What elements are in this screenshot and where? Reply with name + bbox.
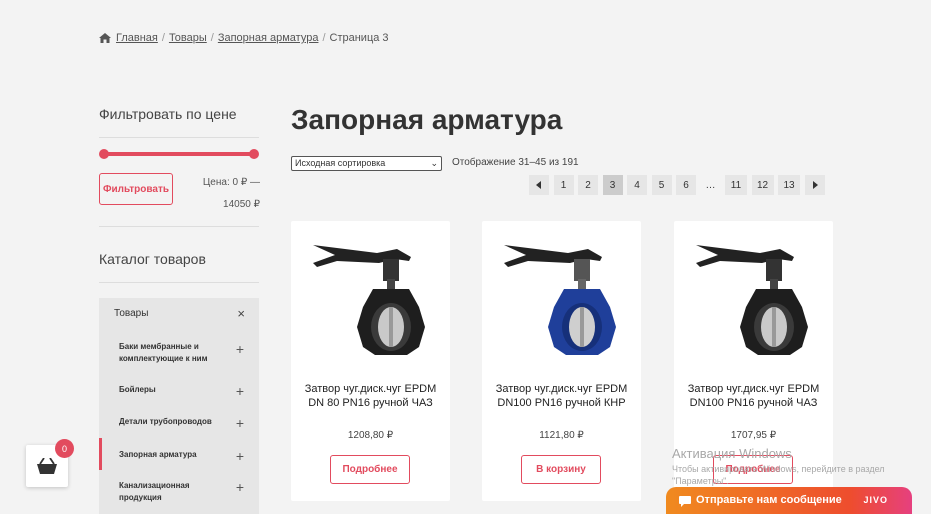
- page-scrollbar[interactable]: [931, 0, 935, 514]
- watermark-title: Активация Windows: [672, 446, 792, 461]
- pagination-page[interactable]: 6: [676, 175, 696, 195]
- pagination-ellipsis: …: [705, 179, 716, 191]
- watermark-text: Чтобы активировать Windows, перейдите в …: [672, 464, 885, 486]
- catalog-item-label: Канализационная продукция: [119, 481, 190, 502]
- catalog-item-shutoff-valves[interactable]: Запорная арматура +: [99, 438, 259, 470]
- catalog-item-label: Бойлеры: [119, 385, 156, 394]
- pagination-page[interactable]: 12: [751, 175, 774, 195]
- breadcrumb-current: Страница 3: [329, 32, 389, 44]
- sort-select[interactable]: Исходная сортировка ⌄: [291, 156, 442, 171]
- chevron-down-icon: ⌄: [430, 158, 438, 168]
- catalog-menu: Товары × Баки мембранные и комплектующие…: [99, 298, 259, 514]
- price-slider-max-handle[interactable]: [249, 149, 259, 159]
- pagination: 1 2 3 4 5 6 … 11 12 13: [529, 175, 829, 195]
- breadcrumb-home[interactable]: Главная: [116, 32, 158, 44]
- butterfly-valve-image[interactable]: [690, 235, 816, 365]
- plus-icon[interactable]: +: [236, 448, 244, 464]
- price-slider-track: [103, 152, 255, 156]
- sort-select-value: Исходная сортировка: [295, 158, 386, 168]
- pagination-prev-icon[interactable]: [529, 175, 549, 195]
- details-button[interactable]: Подробнее: [330, 455, 410, 484]
- pagination-page[interactable]: 1: [553, 175, 574, 195]
- catalog-title: Каталог товаров: [99, 251, 206, 267]
- cart-count-badge: 0: [55, 439, 74, 458]
- catalog-item-tanks[interactable]: Баки мембранные и комплектующие к ним +: [99, 336, 259, 368]
- pagination-page[interactable]: 5: [651, 175, 672, 195]
- plus-icon[interactable]: +: [236, 383, 244, 399]
- catalog-item-label: Детали трубопроводов: [119, 417, 212, 426]
- product-name[interactable]: Затвор чуг.диск.чуг EPDM DN 80 PN16 ручн…: [301, 382, 440, 410]
- pagination-current-page: 3: [602, 175, 623, 195]
- catalog-item-pipe-parts[interactable]: Детали трубопроводов +: [99, 408, 259, 440]
- breadcrumb-category[interactable]: Запорная арматура: [218, 32, 319, 44]
- price-slider[interactable]: [99, 149, 259, 159]
- chat-label: Отправьте нам сообщение: [696, 494, 842, 506]
- product-card: Затвор чуг.диск.чуг EPDM DN100 PN16 ручн…: [482, 221, 641, 501]
- add-to-cart-button[interactable]: В корзину: [521, 455, 601, 484]
- divider: [99, 282, 259, 283]
- basket-icon: [37, 458, 57, 474]
- pagination-page[interactable]: 13: [778, 175, 800, 195]
- pagination-page[interactable]: 2: [578, 175, 598, 195]
- page-title: Запорная арматура: [291, 104, 563, 135]
- catalog-item-label: Запорная арматура: [119, 450, 197, 459]
- price-filter-title: Фильтровать по цене: [99, 106, 237, 122]
- product-card: Затвор чуг.диск.чуг EPDM DN 80 PN16 ручн…: [291, 221, 450, 501]
- catalog-head-products[interactable]: Товары: [114, 308, 148, 319]
- plus-icon[interactable]: +: [236, 341, 244, 357]
- plus-icon[interactable]: +: [236, 479, 244, 495]
- result-count: Отображение 31–45 из 191: [452, 157, 579, 168]
- butterfly-valve-image[interactable]: [498, 235, 624, 365]
- divider: [99, 226, 259, 227]
- windows-activation-watermark: Активация Windows Чтобы активировать Win…: [672, 446, 932, 487]
- catalog-item-boilers[interactable]: Бойлеры +: [99, 376, 259, 408]
- chat-widget[interactable]: Отправьте нам сообщение JIVO: [666, 487, 912, 514]
- pagination-page[interactable]: 4: [627, 175, 647, 195]
- close-icon[interactable]: ×: [237, 306, 245, 321]
- catalog-item-sewage[interactable]: Канализационная продукция +: [99, 478, 259, 510]
- product-name[interactable]: Затвор чуг.диск.чуг EPDM DN100 PN16 ручн…: [684, 382, 823, 410]
- pagination-page[interactable]: 11: [725, 175, 747, 195]
- filter-button[interactable]: Фильтровать: [99, 173, 173, 205]
- breadcrumb-separator: /: [161, 32, 165, 44]
- product-name[interactable]: Затвор чуг.диск.чуг EPDM DN100 PN16 ручн…: [492, 382, 631, 410]
- catalog-item-label: Баки мембранные и комплектующие к ним: [119, 342, 208, 363]
- breadcrumb-separator: /: [322, 32, 326, 44]
- plus-icon[interactable]: +: [236, 415, 244, 431]
- butterfly-valve-image[interactable]: [307, 235, 433, 365]
- product-price: 1121,80 ₽: [539, 430, 584, 441]
- divider: [99, 137, 259, 138]
- jivo-logo: JIVO: [863, 495, 888, 505]
- product-price: 1208,80 ₽: [347, 430, 394, 441]
- pagination-next-icon[interactable]: [804, 175, 825, 195]
- chat-bubble-icon: [679, 496, 691, 507]
- product-price: 1707,95 ₽: [730, 430, 777, 441]
- price-range-text: Цена: 0 ₽ — 14050 ₽: [202, 177, 260, 210]
- breadcrumb-separator: /: [210, 32, 214, 44]
- breadcrumb: Главная / Товары / Запорная арматура / С…: [99, 32, 389, 44]
- price-slider-min-handle[interactable]: [99, 149, 109, 159]
- home-icon: [99, 33, 111, 43]
- breadcrumb-products[interactable]: Товары: [169, 32, 207, 44]
